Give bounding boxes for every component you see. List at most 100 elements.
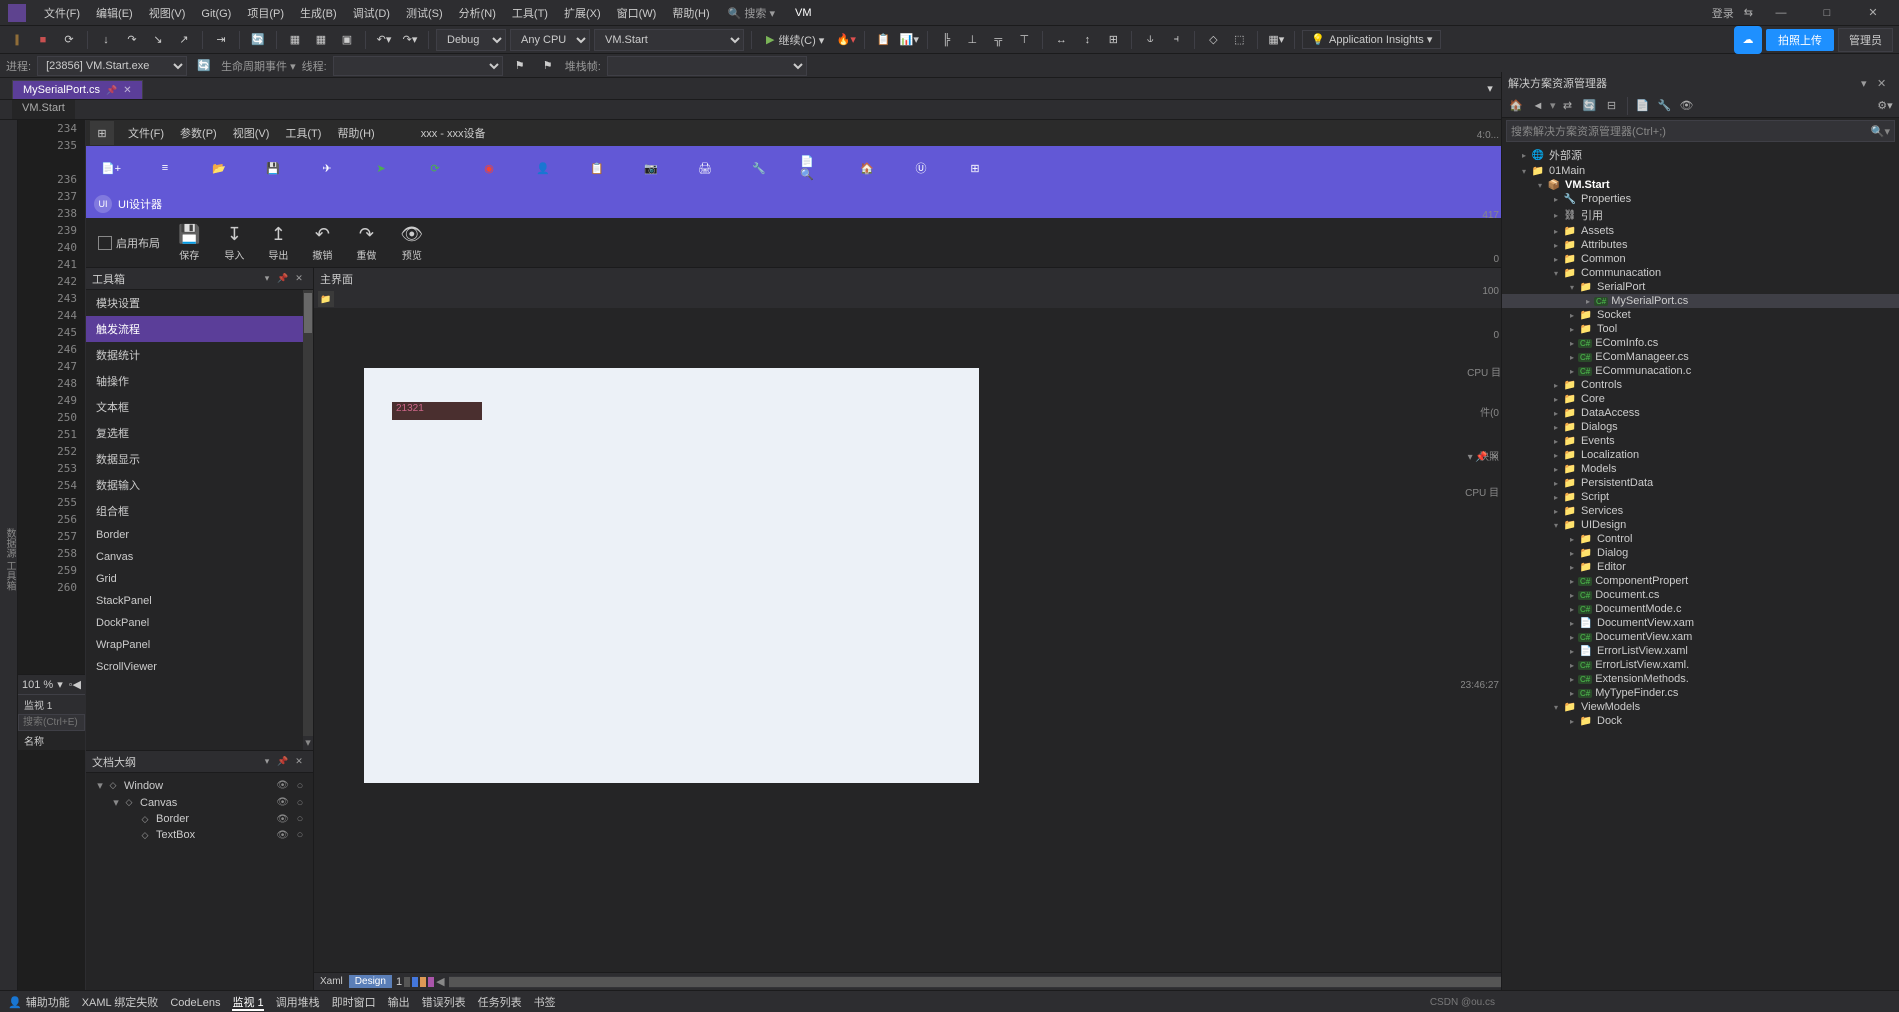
- tree-引用[interactable]: ▸⛓引用: [1502, 206, 1899, 224]
- designer-预览-button[interactable]: 👁预览: [400, 224, 423, 262]
- tree-SerialPort[interactable]: ▾📁SerialPort: [1502, 280, 1899, 294]
- admin-button[interactable]: 管理员: [1838, 28, 1893, 52]
- tree-DocumentView.xam[interactable]: ▸C#DocumentView.xam: [1502, 630, 1899, 644]
- tree-Dialog[interactable]: ▸📁Dialog: [1502, 546, 1899, 560]
- ruler-control[interactable]: 1: [396, 976, 434, 988]
- app-menu-工具(T)[interactable]: 工具(T): [277, 125, 329, 143]
- print-icon[interactable]: 🖨: [692, 155, 718, 181]
- tool-DockPanel[interactable]: DockPanel: [86, 612, 313, 634]
- play-icon[interactable]: ➤: [368, 155, 394, 181]
- grid-icon[interactable]: ⊞: [962, 155, 988, 181]
- app-insights-button[interactable]: 💡 Application Insights ▾: [1302, 30, 1441, 49]
- t10-icon[interactable]: ⫝: [1139, 29, 1161, 51]
- cloud-icon[interactable]: ☁: [1734, 26, 1762, 54]
- uncomment-icon[interactable]: ▦: [310, 29, 332, 51]
- pin-icon[interactable]: 📌: [106, 85, 117, 96]
- menu-Git(G)[interactable]: Git(G): [193, 4, 239, 24]
- continue-button[interactable]: ▶继续(C) ▾: [759, 29, 831, 51]
- tool-触发流程[interactable]: 触发流程: [86, 316, 313, 342]
- tree-Assets[interactable]: ▸📁Assets: [1502, 224, 1899, 238]
- t8-icon[interactable]: ↕: [1076, 29, 1098, 51]
- cursor-icon[interactable]: ⇥: [210, 29, 232, 51]
- xaml-tab[interactable]: Xaml: [314, 975, 349, 988]
- watch-search-input[interactable]: [18, 714, 85, 731]
- status-XAML 绑定失败[interactable]: XAML 绑定失败: [82, 997, 159, 1009]
- tree-Properties[interactable]: ▸🔧Properties: [1502, 192, 1899, 206]
- tool-StackPanel[interactable]: StackPanel: [86, 590, 313, 612]
- tool1-icon[interactable]: 📋: [872, 29, 894, 51]
- search-menu[interactable]: 🔍 搜索 ▾: [728, 5, 775, 21]
- t4-icon[interactable]: ⊥: [961, 29, 983, 51]
- menu-测试(S)[interactable]: 测试(S): [398, 4, 451, 24]
- tool-模块设置[interactable]: 模块设置: [86, 290, 313, 316]
- restart-icon[interactable]: ⟳: [58, 29, 80, 51]
- t6-icon[interactable]: ⊤: [1013, 29, 1035, 51]
- hot-reload-icon[interactable]: 🔥▾: [835, 29, 857, 51]
- pin-icon[interactable]: 📌: [275, 754, 291, 770]
- tree-Document.cs[interactable]: ▸C#Document.cs: [1502, 588, 1899, 602]
- tree-ECommunacation.c[interactable]: ▸C#ECommunacation.c: [1502, 364, 1899, 378]
- doc-icon[interactable]: 📋: [584, 155, 610, 181]
- reload-icon[interactable]: 🔄: [247, 29, 269, 51]
- tool-文本框[interactable]: 文本框: [86, 394, 313, 420]
- tools-icon[interactable]: 🔧: [746, 155, 772, 181]
- comment-icon[interactable]: ▦: [284, 29, 306, 51]
- user-icon[interactable]: 👤: [530, 155, 556, 181]
- back-icon[interactable]: ◄: [1528, 96, 1548, 116]
- t14-icon[interactable]: ▦▾: [1265, 29, 1287, 51]
- tree-Control[interactable]: ▸📁Control: [1502, 532, 1899, 546]
- menu-工具(T)[interactable]: 工具(T): [504, 4, 556, 24]
- collapse-icon[interactable]: ⊟: [1602, 96, 1622, 116]
- tree-DataAccess[interactable]: ▸📁DataAccess: [1502, 406, 1899, 420]
- t13-icon[interactable]: ⬚: [1228, 29, 1250, 51]
- tree-DocumentMode.c[interactable]: ▸C#DocumentMode.c: [1502, 602, 1899, 616]
- tool-轴操作[interactable]: 轴操作: [86, 368, 313, 394]
- tree-VM.Start[interactable]: ▾📦VM.Start: [1502, 178, 1899, 192]
- tree-UIDesign[interactable]: ▾📁UIDesign: [1502, 518, 1899, 532]
- menu-分析(N)[interactable]: 分析(N): [451, 4, 504, 24]
- scrollbar[interactable]: ▾: [303, 290, 313, 750]
- refresh-icon[interactable]: ⟳: [422, 155, 448, 181]
- tree-Services[interactable]: ▸📁Services: [1502, 504, 1899, 518]
- save-icon[interactable]: 💾: [260, 155, 286, 181]
- tree-Socket[interactable]: ▸📁Socket: [1502, 308, 1899, 322]
- placed-textbox[interactable]: 21321: [392, 402, 482, 420]
- tree-Common[interactable]: ▸📁Common: [1502, 252, 1899, 266]
- tool-Canvas[interactable]: Canvas: [86, 546, 313, 568]
- tree-ComponentPropert[interactable]: ▸C#ComponentPropert: [1502, 574, 1899, 588]
- tool-数据显示[interactable]: 数据显示: [86, 446, 313, 472]
- login-link[interactable]: 登录: [1712, 5, 1734, 21]
- menu-窗口(W)[interactable]: 窗口(W): [609, 4, 665, 24]
- status-即时窗口[interactable]: 即时窗口: [332, 997, 376, 1009]
- live-share-icon[interactable]: ⇆: [1744, 6, 1753, 19]
- designer-撤销-button[interactable]: ↶撤销: [312, 224, 332, 262]
- outline-Window[interactable]: ▾◇Window👁○: [90, 777, 309, 794]
- status-任务列表[interactable]: 任务列表: [478, 997, 522, 1009]
- step-over-icon[interactable]: ↷: [121, 29, 143, 51]
- tree-MySerialPort.cs[interactable]: ▸C#MySerialPort.cs: [1502, 294, 1899, 308]
- close-icon[interactable]: ✕: [1855, 1, 1891, 25]
- tree-Core[interactable]: ▸📁Core: [1502, 392, 1899, 406]
- designer-导出-button[interactable]: ↥导出: [268, 224, 288, 262]
- tree-ViewModels[interactable]: ▾📁ViewModels: [1502, 700, 1899, 714]
- menu-编辑(E)[interactable]: 编辑(E): [88, 4, 141, 24]
- design-surface[interactable]: 21321: [364, 368, 979, 783]
- ui-icon[interactable]: Ⓤ: [908, 155, 934, 181]
- minimize-icon[interactable]: —: [1763, 1, 1799, 25]
- panel-close-icon[interactable]: ✕: [291, 271, 307, 287]
- tool-数据输入[interactable]: 数据输入: [86, 472, 313, 498]
- home-icon[interactable]: 🏠: [854, 155, 880, 181]
- pause-icon[interactable]: ∥: [6, 29, 28, 51]
- platform-select[interactable]: Any CPU: [510, 29, 590, 51]
- redo-icon[interactable]: ↷▾: [399, 29, 421, 51]
- list-icon[interactable]: ≡: [152, 155, 178, 181]
- tree-Dock[interactable]: ▸📁Dock: [1502, 714, 1899, 728]
- tree-Communacation[interactable]: ▾📁Communacation: [1502, 266, 1899, 280]
- enable-layout-checkbox[interactable]: 启用布局: [98, 235, 160, 251]
- tool-数据统计[interactable]: 数据统计: [86, 342, 313, 368]
- new-icon[interactable]: 📄+: [98, 155, 124, 181]
- tree-Models[interactable]: ▸📁Models: [1502, 462, 1899, 476]
- tree-Dialogs[interactable]: ▸📁Dialogs: [1502, 420, 1899, 434]
- tree-ErrorListView.xaml.[interactable]: ▸C#ErrorListView.xaml.: [1502, 658, 1899, 672]
- home-icon[interactable]: 🏠: [1506, 96, 1526, 116]
